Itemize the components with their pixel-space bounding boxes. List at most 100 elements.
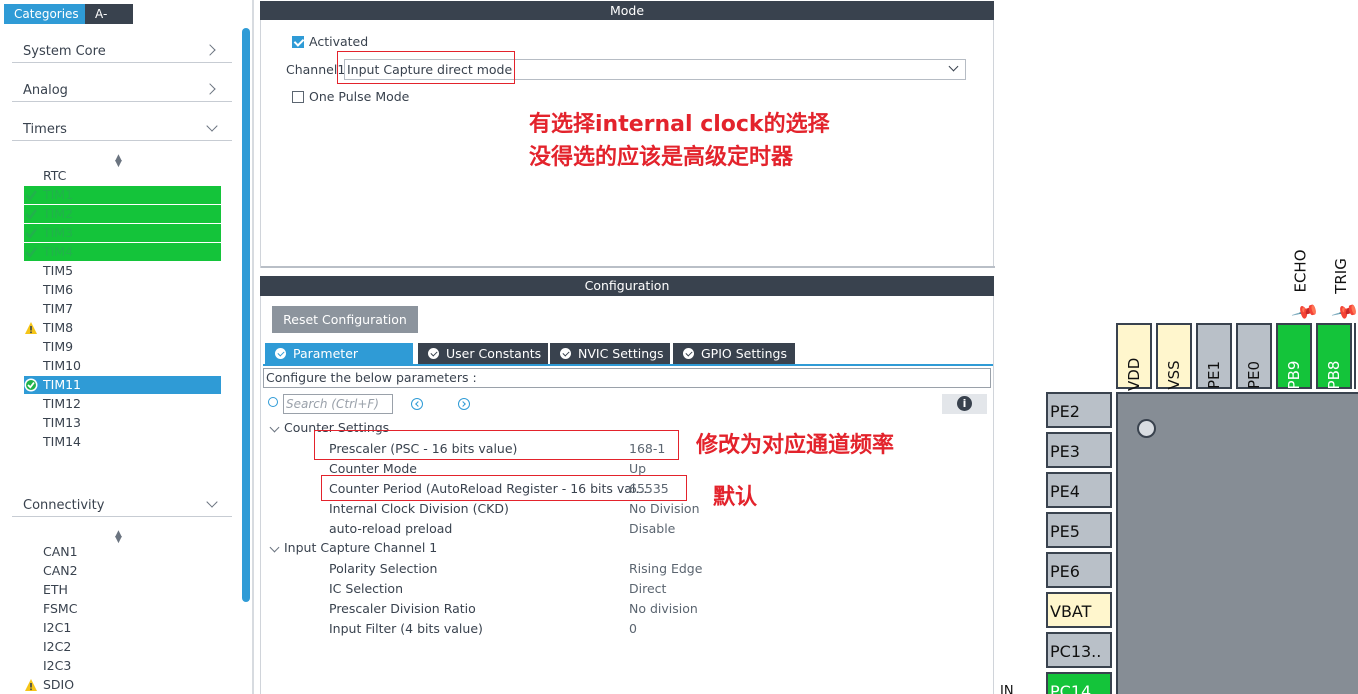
sidebar-item-eth[interactable]: ETH (24, 581, 221, 599)
search-icon (268, 397, 278, 407)
sidebar-item-i2c1[interactable]: I2C1 (24, 619, 221, 637)
configuration-header: Configuration (260, 276, 994, 296)
sidebar-item-label: TIM8 (43, 320, 74, 335)
param-prescaler-division-ratio: Prescaler Division Ratio (329, 601, 476, 616)
pin-edge (1354, 323, 1356, 389)
sidebar-item-i2c3[interactable]: I2C3 (24, 657, 221, 675)
param-auto-reload-preload-value[interactable]: Disable (629, 521, 675, 536)
sidebar-item-tim10[interactable]: TIM10 (24, 357, 221, 375)
pin-vdd[interactable]: VDD (1116, 323, 1152, 391)
sidebar-item-tim5[interactable]: TIM5 (24, 262, 221, 280)
param-clock-division: Internal Clock Division (CKD) (329, 501, 509, 516)
previous-result-button[interactable] (411, 398, 423, 410)
sidebar-item-tim11[interactable]: TIM11 (24, 376, 221, 394)
tab-parameter-settings[interactable]: Parameter Settings (265, 343, 413, 382)
chip-body (1116, 392, 1358, 694)
check-icon (24, 188, 38, 202)
pin-pe2[interactable]: PE2 (1046, 392, 1112, 428)
pin-pc13[interactable]: PC13.. (1046, 632, 1112, 668)
sidebar-item-can2[interactable]: CAN2 (24, 562, 221, 580)
sidebar-item-i2c2[interactable]: I2C2 (24, 638, 221, 656)
tab-label: NVIC Settings (578, 346, 664, 361)
sidebar-item-fsmc[interactable]: FSMC (24, 600, 221, 618)
sidebar-item-sdio[interactable]: SDIO (24, 676, 221, 694)
tab-categories[interactable]: Categories (4, 4, 89, 24)
pin-pc14[interactable]: PC14.. (1046, 672, 1112, 694)
pin-pe3[interactable]: PE3 (1046, 432, 1112, 468)
sidebar-item-label: TIM3 (43, 225, 74, 240)
mode-section: Activated Channel1 Input Capture direct … (260, 20, 995, 268)
next-result-button[interactable] (458, 398, 470, 410)
sort-icon[interactable]: ▲ ▼ (115, 530, 122, 545)
param-input-filter-value[interactable]: 0 (629, 621, 637, 636)
param-ic-selection-value[interactable]: Direct (629, 581, 666, 596)
one-pulse-checkbox[interactable] (292, 91, 304, 103)
category-connectivity[interactable]: Connectivity (12, 493, 232, 517)
sidebar-item-label: ETH (43, 582, 68, 597)
sidebar-item-label: TIM1 (43, 187, 74, 202)
tab-user-constants[interactable]: User Constants (418, 343, 548, 364)
check-circle-icon (683, 348, 694, 359)
param-prescaler-division-ratio-value[interactable]: No division (629, 601, 698, 616)
sidebar-item-tim1[interactable]: TIM1 (24, 186, 221, 204)
sidebar-item-tim12[interactable]: TIM12 (24, 395, 221, 413)
category-analog[interactable]: Analog (12, 78, 232, 102)
pin-pb9[interactable]: PB9 (1276, 323, 1312, 389)
sidebar-item-label: TIM14 (43, 434, 82, 449)
pin-signal-label: TRIG (1331, 258, 1350, 294)
category-system-core[interactable]: System Core (12, 39, 232, 63)
sidebar-item-tim6[interactable]: TIM6 (24, 281, 221, 299)
tab-nvic-settings[interactable]: NVIC Settings (550, 343, 670, 364)
sidebar-item-tim14[interactable]: TIM14 (24, 433, 221, 451)
reset-configuration-button[interactable]: Reset Configuration (272, 306, 418, 333)
pin-pe5[interactable]: PE5 (1046, 512, 1112, 548)
activated-checkbox[interactable] (292, 36, 304, 48)
category-timers[interactable]: Timers (12, 117, 232, 141)
check-icon (24, 207, 38, 221)
sidebar-item-label: TIM9 (43, 339, 74, 354)
chevron-down-icon (269, 422, 280, 432)
sidebar-item-tim8[interactable]: TIM8 (24, 319, 221, 337)
check-circle-icon (275, 348, 286, 359)
pin-vss[interactable]: VSS (1156, 323, 1192, 390)
pin-signal-label: IN (1000, 684, 1014, 694)
configuration-section: Reset Configuration Parameter Settings U… (260, 296, 994, 694)
sidebar-item-tim7[interactable]: TIM7 (24, 300, 221, 318)
one-pulse-label: One Pulse Mode (309, 89, 410, 104)
highlight-box (337, 51, 515, 84)
annotation-text: 没得选的应该是高级定时器 (529, 145, 794, 170)
search-input[interactable]: Search (Ctrl+F) (283, 394, 393, 414)
sort-icon[interactable]: ▲ ▼ (115, 154, 122, 169)
pin-pe6[interactable]: PE6 (1046, 552, 1112, 588)
pin-pe1[interactable]: PE1 (1196, 323, 1232, 389)
param-counter-mode-value[interactable]: Up (629, 461, 646, 476)
group-input-capture-channel-1[interactable]: Input Capture Channel 1 (269, 540, 437, 555)
pin-vbat[interactable]: VBAT (1046, 592, 1112, 628)
sidebar-item-tim4[interactable]: TIM4 (24, 243, 221, 261)
sidebar-item-can1[interactable]: CAN1 (24, 543, 221, 561)
param-polarity-selection: Polarity Selection (329, 561, 438, 576)
tab-gpio-settings[interactable]: GPIO Settings (673, 343, 795, 364)
info-icon: i (957, 396, 972, 411)
param-clock-division-value[interactable]: No Division (629, 501, 700, 516)
sidebar-item-label: SDIO (43, 677, 75, 692)
section-divider (261, 266, 995, 268)
sidebar-item-tim3[interactable]: TIM3 (24, 224, 221, 242)
tab-a-to-z[interactable]: A->Z (85, 4, 133, 41)
tab-underline (263, 364, 993, 366)
pin-pe4[interactable]: PE4 (1046, 472, 1112, 508)
sidebar-item-label: TIM11 (43, 377, 82, 392)
sidebar-item-rtc[interactable]: RTC (24, 167, 221, 185)
pin-pb8[interactable]: PB8 (1316, 323, 1352, 389)
sidebar-scrollbar[interactable] (242, 28, 250, 602)
category-label: Connectivity (23, 498, 105, 513)
chevron-down-icon (206, 120, 218, 132)
pin-pe0[interactable]: PE0 (1236, 323, 1272, 389)
sidebar-item-tim13[interactable]: TIM13 (24, 414, 221, 432)
sidebar-item-tim2[interactable]: TIM2 (24, 205, 221, 223)
param-polarity-selection-value[interactable]: Rising Edge (629, 561, 702, 576)
sidebar-item-tim9[interactable]: TIM9 (24, 338, 221, 356)
info-button[interactable]: i (942, 394, 987, 414)
annotation-text: 有选择internal clock的选择 (529, 112, 830, 137)
category-label: Timers (23, 122, 67, 137)
